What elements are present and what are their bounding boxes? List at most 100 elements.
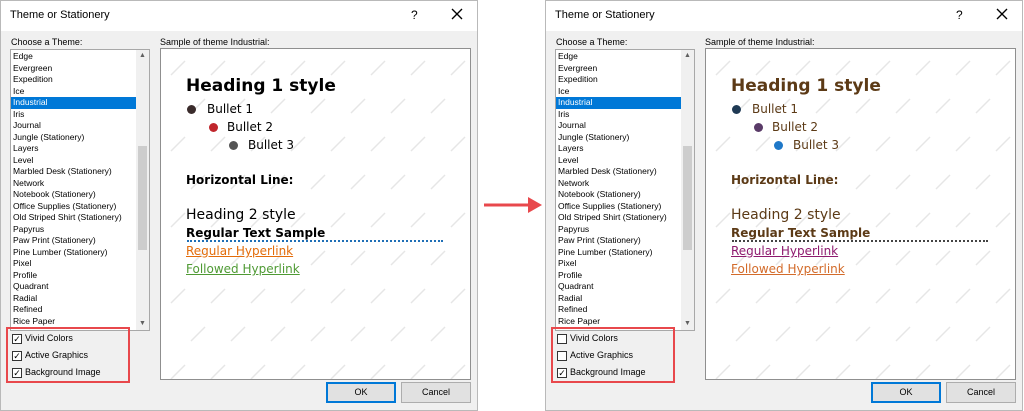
theme-list-item[interactable]: Rice Paper bbox=[556, 316, 682, 328]
bullet-text: Bullet 3 bbox=[248, 138, 295, 152]
theme-list-item[interactable]: Radial bbox=[11, 293, 137, 305]
scrollbar-thumb[interactable] bbox=[683, 146, 692, 250]
theme-list-item[interactable]: Industrial bbox=[556, 97, 682, 109]
theme-list-item[interactable]: Iris bbox=[556, 109, 682, 121]
bullet-icon bbox=[187, 105, 196, 114]
theme-list-item[interactable]: Iris bbox=[11, 109, 137, 121]
title-bar: Theme or Stationery? bbox=[1, 1, 477, 31]
theme-list-item[interactable]: Journal bbox=[11, 120, 137, 132]
theme-list-item[interactable]: Layers bbox=[11, 143, 137, 155]
theme-list-item[interactable]: Refined bbox=[11, 304, 137, 316]
theme-list-item[interactable]: Notebook (Stationery) bbox=[556, 189, 682, 201]
choose-theme-label: Choose a Theme: bbox=[556, 37, 628, 47]
checkbox-box[interactable]: ✓ bbox=[12, 350, 22, 361]
theme-list-item[interactable]: Profile bbox=[556, 270, 682, 282]
theme-list-item[interactable]: Expedition bbox=[556, 74, 682, 86]
theme-preview: Heading 1 style Bullet 1 Bullet 2 Bullet 3 H… bbox=[160, 48, 471, 380]
theme-list-item[interactable]: Marbled Desk (Stationery) bbox=[11, 166, 137, 178]
theme-list-item[interactable]: Paw Print (Stationery) bbox=[556, 235, 682, 247]
checkbox-box[interactable] bbox=[557, 333, 567, 344]
theme-list-item[interactable]: Old Striped Shirt (Stationery) bbox=[11, 212, 137, 224]
theme-list-item[interactable]: Journal bbox=[556, 120, 682, 132]
theme-list-item[interactable]: Level bbox=[11, 155, 137, 167]
scroll-up-icon[interactable]: ▲ bbox=[136, 50, 149, 62]
theme-list-item[interactable]: Profile bbox=[11, 270, 137, 282]
cancel-button[interactable]: Cancel bbox=[946, 382, 1016, 403]
help-button[interactable]: ? bbox=[956, 8, 963, 22]
scroll-up-icon[interactable]: ▲ bbox=[681, 50, 694, 62]
checkbox-box[interactable] bbox=[557, 350, 567, 361]
horizontal-rule bbox=[732, 240, 988, 242]
theme-list-item[interactable]: Jungle (Stationery) bbox=[11, 132, 137, 144]
followed-hyperlink[interactable]: Followed Hyperlink bbox=[186, 262, 300, 276]
theme-list-item[interactable]: Network bbox=[556, 178, 682, 190]
theme-list-item[interactable]: Old Striped Shirt (Stationery) bbox=[556, 212, 682, 224]
theme-list-scrollbar[interactable]: ▲ ▼ bbox=[136, 50, 149, 330]
sample-label: Sample of theme Industrial: bbox=[160, 37, 270, 47]
theme-list-item[interactable]: Pine Lumber (Stationery) bbox=[11, 247, 137, 259]
close-icon[interactable] bbox=[447, 4, 467, 24]
theme-list-item[interactable]: Edge bbox=[11, 51, 137, 63]
theme-list[interactable]: Edge Evergreen Expedition Ice Industrial Iris… bbox=[555, 49, 695, 331]
scroll-down-icon[interactable]: ▼ bbox=[136, 318, 149, 330]
theme-list-item[interactable]: Level bbox=[556, 155, 682, 167]
horizontal-line-label: Horizontal Line: bbox=[186, 173, 294, 187]
theme-list-item[interactable]: Refined bbox=[556, 304, 682, 316]
dialog-title: Theme or Stationery bbox=[10, 9, 110, 21]
checkbox-label: Vivid Colors bbox=[570, 333, 618, 344]
theme-list[interactable]: Edge Evergreen Expedition Ice Industrial Iris… bbox=[10, 49, 150, 331]
theme-list-item[interactable]: Papyrus bbox=[556, 224, 682, 236]
theme-list-item[interactable]: Layers bbox=[556, 143, 682, 155]
title-bar: Theme or Stationery? bbox=[546, 1, 1022, 31]
vivid-colors-checkbox[interactable]: ✓ Vivid Colors bbox=[12, 332, 73, 345]
help-button[interactable]: ? bbox=[411, 8, 418, 22]
background-image-checkbox[interactable]: ✓ Background Image bbox=[557, 366, 646, 379]
bullet-icon bbox=[774, 141, 783, 150]
theme-list-item[interactable]: Network bbox=[11, 178, 137, 190]
theme-list-item[interactable]: Pine Lumber (Stationery) bbox=[556, 247, 682, 259]
theme-list-item[interactable]: Expedition bbox=[11, 74, 137, 86]
scroll-down-icon[interactable]: ▼ bbox=[681, 318, 694, 330]
theme-list-item[interactable]: Jungle (Stationery) bbox=[556, 132, 682, 144]
theme-list-scrollbar[interactable]: ▲ ▼ bbox=[681, 50, 694, 330]
theme-list-item[interactable]: Evergreen bbox=[11, 63, 137, 75]
theme-list-item[interactable]: Office Supplies (Stationery) bbox=[11, 201, 137, 213]
theme-list-item[interactable]: Evergreen bbox=[556, 63, 682, 75]
bullet-icon bbox=[229, 141, 238, 150]
ok-button[interactable]: OK bbox=[871, 382, 941, 403]
checkbox-box[interactable]: ✓ bbox=[12, 367, 22, 378]
theme-list-item[interactable]: Rice Paper bbox=[11, 316, 137, 328]
regular-hyperlink[interactable]: Regular Hyperlink bbox=[731, 244, 838, 258]
theme-list-item[interactable]: Quadrant bbox=[556, 281, 682, 293]
theme-list-item[interactable]: Ice bbox=[11, 86, 137, 98]
theme-list-item[interactable]: Paw Print (Stationery) bbox=[11, 235, 137, 247]
checkbox-label: Vivid Colors bbox=[25, 333, 73, 344]
regular-hyperlink[interactable]: Regular Hyperlink bbox=[186, 244, 293, 258]
theme-list-item[interactable]: Marbled Desk (Stationery) bbox=[556, 166, 682, 178]
checkbox-box[interactable]: ✓ bbox=[12, 333, 22, 344]
options-group: ✓ Vivid Colors ✓ Active Graphics ✓ Background… bbox=[6, 327, 130, 383]
scrollbar-thumb[interactable] bbox=[138, 146, 147, 250]
active-graphics-checkbox[interactable]: ✓ Active Graphics bbox=[12, 349, 88, 362]
theme-list-item[interactable]: Quadrant bbox=[11, 281, 137, 293]
bullet-icon bbox=[209, 123, 218, 132]
theme-list-item[interactable]: Radial bbox=[556, 293, 682, 305]
background-image-checkbox[interactable]: ✓ Background Image bbox=[12, 366, 101, 379]
ok-button[interactable]: OK bbox=[326, 382, 396, 403]
close-icon[interactable] bbox=[992, 4, 1012, 24]
theme-list-item[interactable]: Papyrus bbox=[11, 224, 137, 236]
checkbox-box[interactable]: ✓ bbox=[557, 367, 567, 378]
bullet-text: Bullet 1 bbox=[207, 102, 254, 116]
theme-list-item[interactable]: Pixel bbox=[11, 258, 137, 270]
theme-list-item[interactable]: Ice bbox=[556, 86, 682, 98]
theme-list-item[interactable]: Notebook (Stationery) bbox=[11, 189, 137, 201]
heading2-sample: Heading 2 style bbox=[186, 207, 296, 223]
theme-list-item[interactable]: Pixel bbox=[556, 258, 682, 270]
vivid-colors-checkbox[interactable]: Vivid Colors bbox=[557, 332, 618, 345]
followed-hyperlink[interactable]: Followed Hyperlink bbox=[731, 262, 845, 276]
cancel-button[interactable]: Cancel bbox=[401, 382, 471, 403]
theme-list-item[interactable]: Edge bbox=[556, 51, 682, 63]
theme-list-item[interactable]: Industrial bbox=[11, 97, 137, 109]
active-graphics-checkbox[interactable]: Active Graphics bbox=[557, 349, 633, 362]
theme-list-item[interactable]: Office Supplies (Stationery) bbox=[556, 201, 682, 213]
